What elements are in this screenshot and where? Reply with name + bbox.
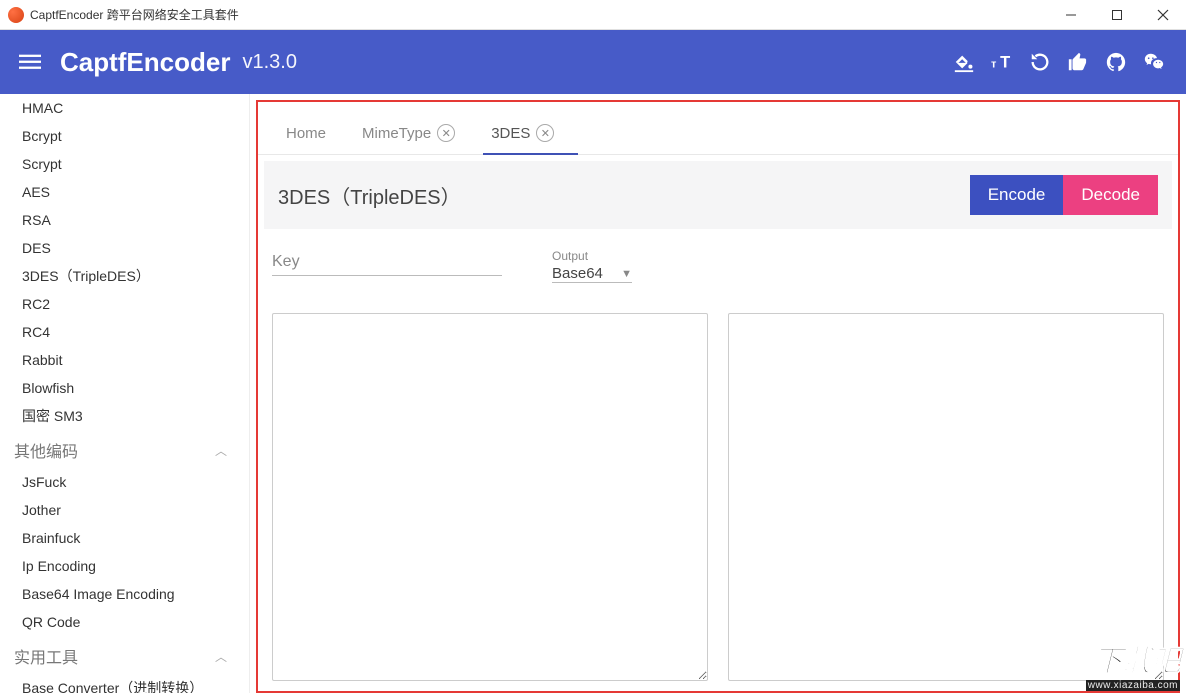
sidebar-item[interactable]: Scrypt — [0, 150, 249, 178]
sidebar-group-label: 其他编码 — [14, 438, 78, 462]
svg-text:T: T — [1000, 54, 1010, 72]
output-format-label: Output — [552, 249, 632, 263]
output-format-value: Base64 — [552, 265, 615, 282]
sidebar-group-other-encoding[interactable]: 其他编码 ︿ — [0, 430, 249, 468]
tab[interactable]: MimeType ✕ — [358, 114, 459, 154]
window-maximize-button[interactable] — [1094, 0, 1140, 30]
app-version: v1.3.0 — [242, 51, 296, 74]
sidebar-item[interactable]: Brainfuck — [0, 524, 249, 552]
sidebar-item[interactable]: Blowfish — [0, 374, 249, 402]
window-title: CaptfEncoder 跨平台网络安全工具套件 — [30, 6, 1048, 23]
github-icon[interactable] — [1104, 50, 1128, 74]
output-format-select[interactable]: Base64 ▼ — [552, 265, 632, 283]
theme-icon[interactable] — [952, 50, 976, 74]
tabs-row: Home MimeType ✕ 3DES ✕ — [258, 102, 1178, 155]
encode-button[interactable]: Encode — [970, 175, 1064, 215]
input-textarea[interactable] — [272, 313, 708, 681]
tab-label: MimeType — [362, 125, 431, 142]
app-icon — [8, 7, 24, 23]
sidebar-item[interactable]: DES — [0, 234, 249, 262]
sidebar-item[interactable]: HMAC — [0, 94, 249, 122]
panel-header: 3DES（TripleDES） Encode Decode — [264, 161, 1172, 229]
sidebar-item[interactable]: Jother — [0, 496, 249, 524]
chevron-up-icon: ︿ — [215, 442, 227, 459]
sidebar-item[interactable]: RSA — [0, 206, 249, 234]
sidebar-item[interactable]: RC4 — [0, 318, 249, 346]
decode-button[interactable]: Decode — [1063, 175, 1158, 215]
tab-label: 3DES — [491, 125, 530, 142]
caret-down-icon: ▼ — [621, 268, 632, 280]
main-content: Home MimeType ✕ 3DES ✕ 3DES（TripleDES） Encod… — [250, 94, 1186, 693]
sidebar-group-utilities[interactable]: 实用工具 ︿ — [0, 636, 249, 674]
sidebar-item[interactable]: Base64 Image Encoding — [0, 580, 249, 608]
sidebar-item[interactable]: Rabbit — [0, 346, 249, 374]
tab[interactable]: 3DES ✕ — [487, 114, 558, 154]
svg-text:т: т — [991, 59, 997, 71]
menu-toggle-button[interactable] — [10, 42, 50, 82]
sidebar-item[interactable]: AES — [0, 178, 249, 206]
chevron-up-icon: ︿ — [215, 648, 227, 665]
sidebar[interactable]: HMACBcryptScryptAESRSADES3DES（TripleDES）… — [0, 94, 250, 693]
sidebar-item[interactable]: RC2 — [0, 290, 249, 318]
app-bar: CaptfEncoder v1.3.0 тT — [0, 30, 1186, 94]
window-titlebar: CaptfEncoder 跨平台网络安全工具套件 — [0, 0, 1186, 30]
thumbs-up-icon[interactable] — [1066, 50, 1090, 74]
key-input[interactable] — [272, 249, 502, 276]
window-minimize-button[interactable] — [1048, 0, 1094, 30]
sidebar-item[interactable]: Bcrypt — [0, 122, 249, 150]
sidebar-item[interactable]: QR Code — [0, 608, 249, 636]
tab[interactable]: Home — [282, 115, 330, 154]
output-textarea[interactable] — [728, 313, 1164, 681]
tab-label: Home — [286, 125, 326, 142]
window-close-button[interactable] — [1140, 0, 1186, 30]
text-size-icon[interactable]: тT — [990, 50, 1014, 74]
app-title: CaptfEncoder — [60, 47, 230, 78]
tab-close-icon[interactable]: ✕ — [536, 124, 554, 142]
wechat-icon[interactable] — [1142, 50, 1166, 74]
sidebar-item[interactable]: Ip Encoding — [0, 552, 249, 580]
sidebar-item[interactable]: Base Converter（进制转换） — [0, 674, 249, 693]
sidebar-group-label: 实用工具 — [14, 644, 78, 668]
content-frame: Home MimeType ✕ 3DES ✕ 3DES（TripleDES） Encod… — [256, 100, 1180, 693]
sidebar-item[interactable]: JsFuck — [0, 468, 249, 496]
sidebar-item[interactable]: 国密 SM3 — [0, 402, 249, 430]
sidebar-item[interactable]: 3DES（TripleDES） — [0, 262, 249, 290]
panel-title: 3DES（TripleDES） — [278, 181, 970, 210]
tab-close-icon[interactable]: ✕ — [437, 124, 455, 142]
refresh-icon[interactable] — [1028, 50, 1052, 74]
